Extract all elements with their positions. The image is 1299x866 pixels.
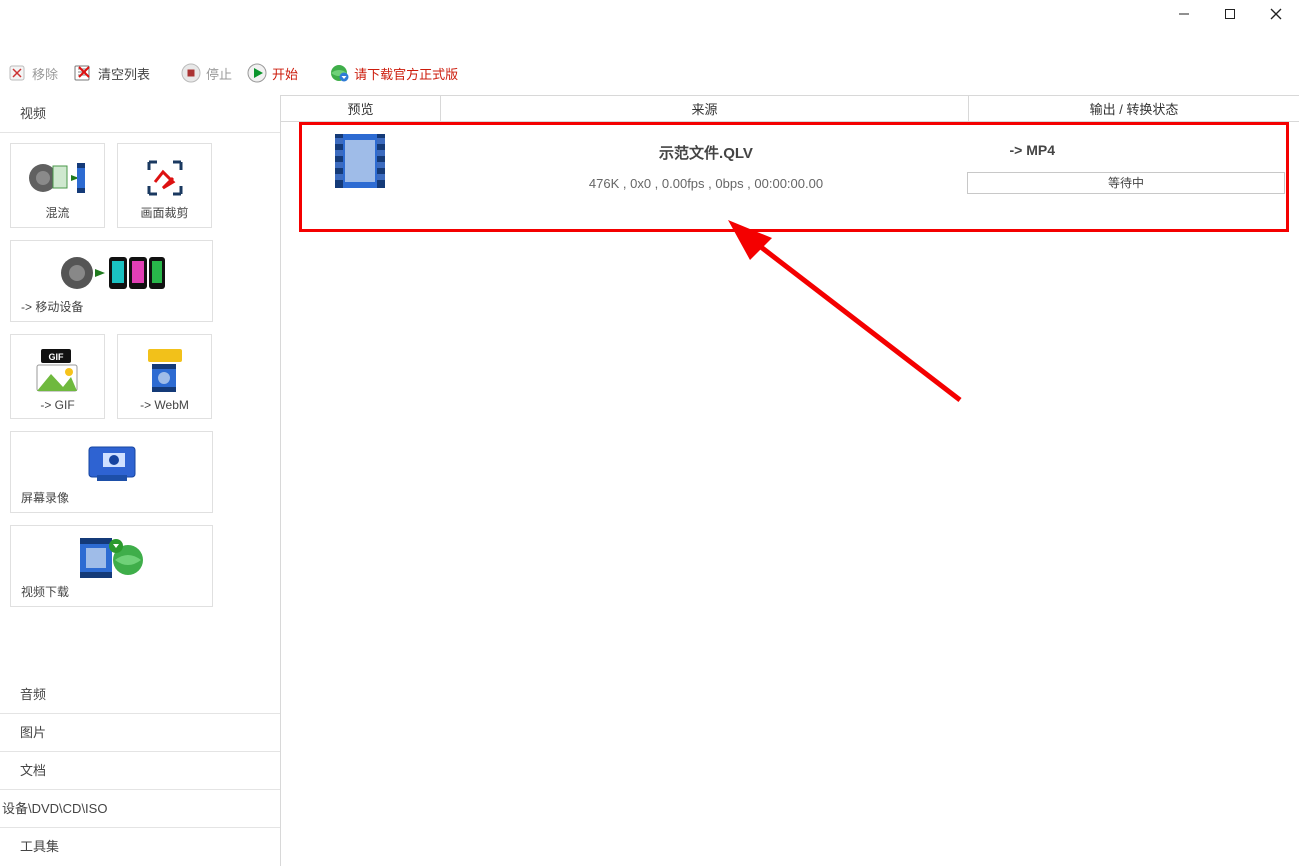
remove-icon [6,62,28,84]
col-output-label: 输出 / 转换状态 [1090,99,1179,118]
main-pane: 预览 来源 输出 / 转换状态 示范文件.QLV 476K , 0x0 , 0.… [281,95,1299,866]
remove-button[interactable]: 移除 [2,60,62,86]
tile-webm[interactable]: -> WebM [117,334,212,419]
tile-gif[interactable]: GIF -> GIF [10,334,105,419]
category-disc[interactable]: 设备\DVD\CD\ISO [0,790,280,828]
col-output[interactable]: 输出 / 转换状态 [969,96,1299,121]
stop-button[interactable]: 停止 [176,60,236,86]
stop-icon [180,62,202,84]
category-image[interactable]: 图片 [0,714,280,752]
category-document[interactable]: 文档 [0,752,280,790]
crop-icon [143,152,187,204]
col-source[interactable]: 来源 [441,96,969,121]
mix-icon [27,152,89,204]
clear-list-icon [72,62,94,84]
category-image-label: 图片 [20,725,46,740]
col-preview[interactable]: 预览 [281,96,441,121]
tile-video-download[interactable]: 视频下载 [10,525,213,607]
tile-mobile[interactable]: -> 移动设备 [10,240,213,322]
tile-crop[interactable]: 画面裁剪 [117,143,212,228]
minimize-button[interactable] [1161,3,1207,25]
tile-mix-label: 混流 [45,204,69,221]
gif-icon: GIF [33,343,83,398]
category-video-label: 视频 [20,106,46,121]
task-row[interactable]: 示范文件.QLV 476K , 0x0 , 0.00fps , 0bps , 0… [281,122,1299,234]
webm-icon [140,343,190,398]
start-button[interactable]: 开始 [242,60,302,86]
tile-webm-label: -> WebM [140,398,189,412]
tile-mix[interactable]: 混流 [10,143,105,228]
clear-list-button[interactable]: 清空列表 [68,60,154,86]
start-label: 开始 [272,64,298,83]
globe-download-icon [328,62,350,84]
tile-screen-record-label: 屏幕录像 [21,489,69,506]
video-tiles: 混流 画面裁剪 -> 移动设备 [0,133,280,617]
mobile-icon [21,247,202,298]
task-meta: 476K , 0x0 , 0.00fps , 0bps , 00:00:00.0… [459,176,953,191]
main-table-header: 预览 来源 输出 / 转换状态 [281,96,1299,122]
category-tools[interactable]: 工具集 [0,828,280,866]
start-icon [246,62,268,84]
task-thumbnail-icon [331,132,389,190]
category-video[interactable]: 视频 [0,95,280,133]
task-status[interactable]: 等待中 [967,172,1285,194]
tile-screen-record[interactable]: 屏幕录像 [10,431,213,513]
category-tools-label: 工具集 [20,839,59,854]
svg-text:GIF: GIF [48,352,64,362]
close-button[interactable] [1253,3,1299,25]
clear-list-label: 清空列表 [98,64,150,83]
col-source-label: 来源 [691,99,717,118]
category-audio-label: 音频 [20,687,46,702]
window-controls [1161,0,1299,28]
task-filename: 示范文件.QLV [459,142,953,163]
download-official-link[interactable]: 请下载官方正式版 [324,60,462,86]
tile-video-download-label: 视频下载 [21,583,69,600]
tile-crop-label: 画面裁剪 [140,204,188,221]
maximize-button[interactable] [1207,3,1253,25]
col-preview-label: 预览 [347,99,373,118]
left-sidebar: 视频 混流 画面裁剪 [0,95,281,866]
category-document-label: 文档 [20,763,46,778]
download-official-label[interactable]: 请下载官方正式版 [354,64,458,83]
video-download-icon [21,532,202,583]
task-output-format: -> MP4 [1009,142,1055,158]
task-status-text: 等待中 [1108,176,1144,190]
sidebar-bottom-categories: 音频 图片 文档 设备\DVD\CD\ISO 工具集 [0,676,280,866]
tile-mobile-label: -> 移动设备 [21,298,83,315]
screen-record-icon [21,438,202,489]
remove-label: 移除 [32,64,58,83]
category-audio[interactable]: 音频 [0,676,280,714]
tile-gif-label: -> GIF [40,398,74,412]
category-disc-label: 设备\DVD\CD\ISO [2,801,107,816]
stop-label: 停止 [206,64,232,83]
main-toolbar: 移除 清空列表 停止 开始 请下载官方正式版 [0,55,462,91]
